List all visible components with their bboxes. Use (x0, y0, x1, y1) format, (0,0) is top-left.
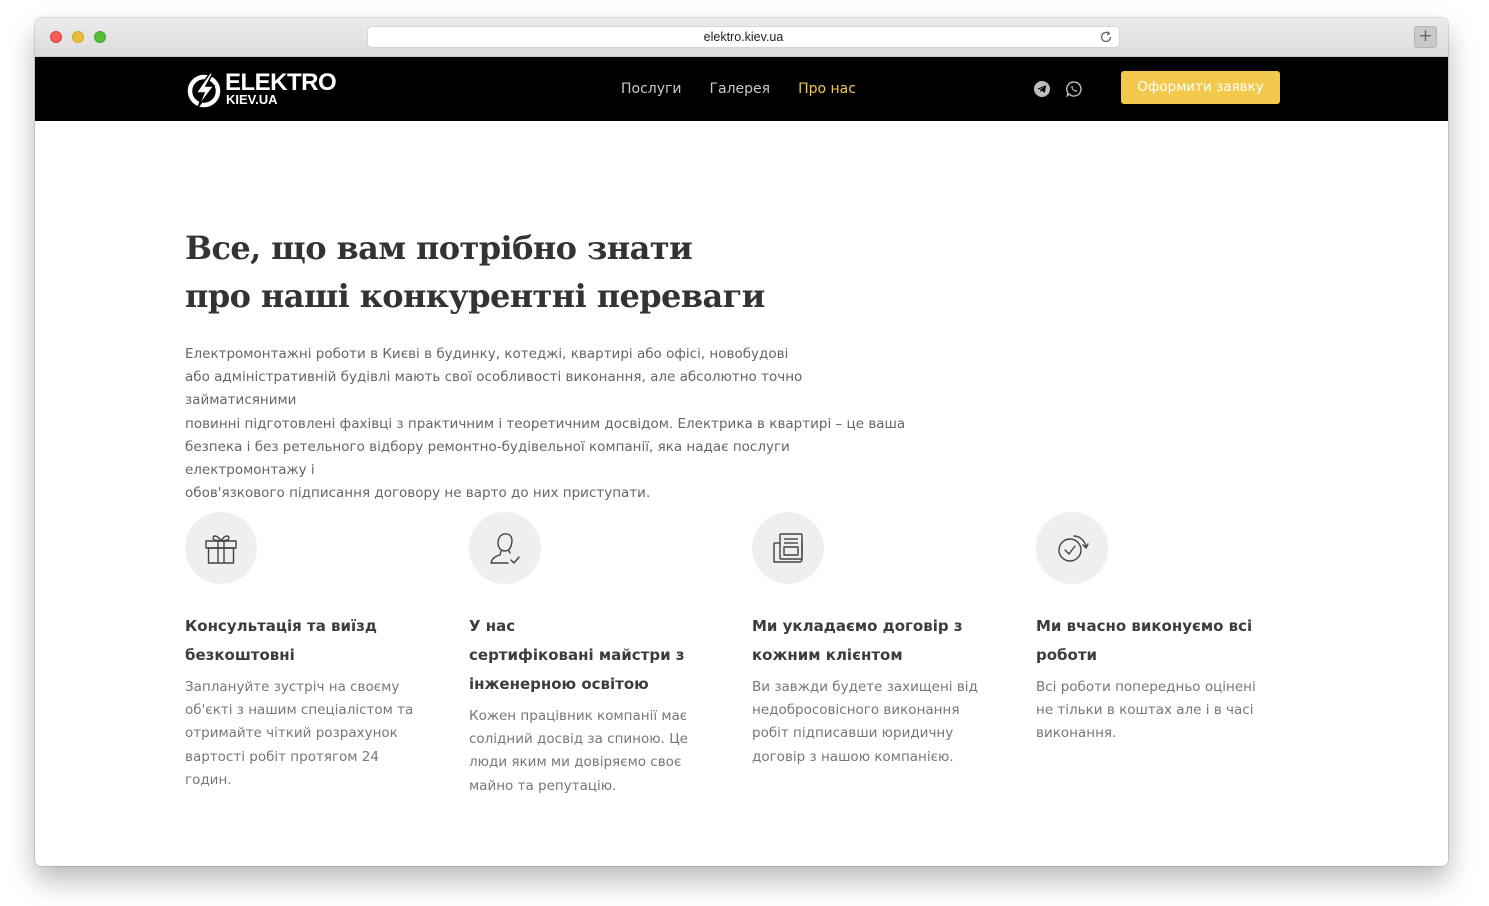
section-heading: Все, що вам потрібно знати про наші конк… (185, 224, 885, 320)
whatsapp-icon[interactable] (1065, 80, 1083, 98)
reload-icon[interactable] (1099, 30, 1113, 44)
nav-link-gallery[interactable]: Галерея (709, 57, 770, 121)
browser-window: elektro.kiev.ua + ELEKTRO KIEV.UA Послуг… (35, 18, 1448, 866)
contract-icon (773, 533, 803, 563)
address-bar-url: elektro.kiev.ua (703, 30, 784, 44)
certified-user-icon (490, 533, 520, 564)
feature-title: У нас сертифіковані майстри з інженерною… (469, 617, 685, 693)
maximize-window-button[interactable] (94, 31, 106, 43)
heading-line-2: про наші конкурентні переваги (185, 277, 765, 315)
main-navigation: Послуги Галерея Про нас (621, 57, 884, 121)
feature-description: Всі роботи попередньо оцінені не тільки … (1036, 679, 1256, 742)
feature-title: Ми укладаємо договір з кожним клієнтом (752, 617, 963, 664)
minimize-window-button[interactable] (72, 31, 84, 43)
feature-description: Заплануйте зустріч на своєму об'єкті з н… (185, 679, 414, 788)
browser-titlebar: elektro.kiev.ua + (35, 18, 1448, 57)
telegram-icon[interactable] (1033, 80, 1051, 98)
feature-icon-circle (1036, 512, 1108, 584)
site-logo[interactable]: ELEKTRO KIEV.UA (186, 69, 337, 109)
feature-card-certified-masters: У нас сертифіковані майстри з інженерною… (469, 512, 714, 798)
feature-icon-circle (469, 512, 541, 584)
feature-icon-circle (185, 512, 257, 584)
gift-icon (205, 535, 237, 564)
address-bar[interactable]: elektro.kiev.ua (367, 26, 1120, 48)
lightning-logo-icon (187, 72, 221, 108)
feature-description: Кожен працівник компанії має солідний до… (469, 708, 688, 794)
feature-icon-circle (752, 512, 824, 584)
feature-card-consultation: Консультація та виїзд безкоштовні Заплан… (185, 512, 430, 792)
site-header: ELEKTRO KIEV.UA Послуги Галерея Про нас … (35, 57, 1448, 121)
advantages-section: Все, що вам потрібно знати про наші конк… (35, 121, 1448, 866)
feature-card-on-time: Ми вчасно виконуємо всі роботи Всі робот… (1036, 512, 1281, 746)
order-request-button[interactable]: Оформити заявку (1121, 71, 1280, 104)
clock-icon (1058, 535, 1089, 562)
intro-paragraph: Електромонтажні роботи в Києві в будинку… (185, 346, 906, 502)
feature-description: Ви завжди будете захищені від недобросов… (752, 679, 978, 765)
new-tab-button[interactable]: + (1414, 26, 1437, 48)
feature-title: Ми вчасно виконуємо всі роботи (1036, 617, 1253, 664)
logo-subtitle: KIEV.UA (226, 92, 278, 107)
feature-card-contract: Ми укладаємо договір з кожним клієнтом В… (752, 512, 997, 769)
feature-title: Консультація та виїзд безкоштовні (185, 617, 378, 664)
nav-link-about[interactable]: Про нас (798, 57, 856, 121)
close-window-button[interactable] (50, 31, 62, 43)
nav-link-services[interactable]: Послуги (621, 57, 681, 121)
heading-line-1: Все, що вам потрібно знати (185, 229, 693, 267)
